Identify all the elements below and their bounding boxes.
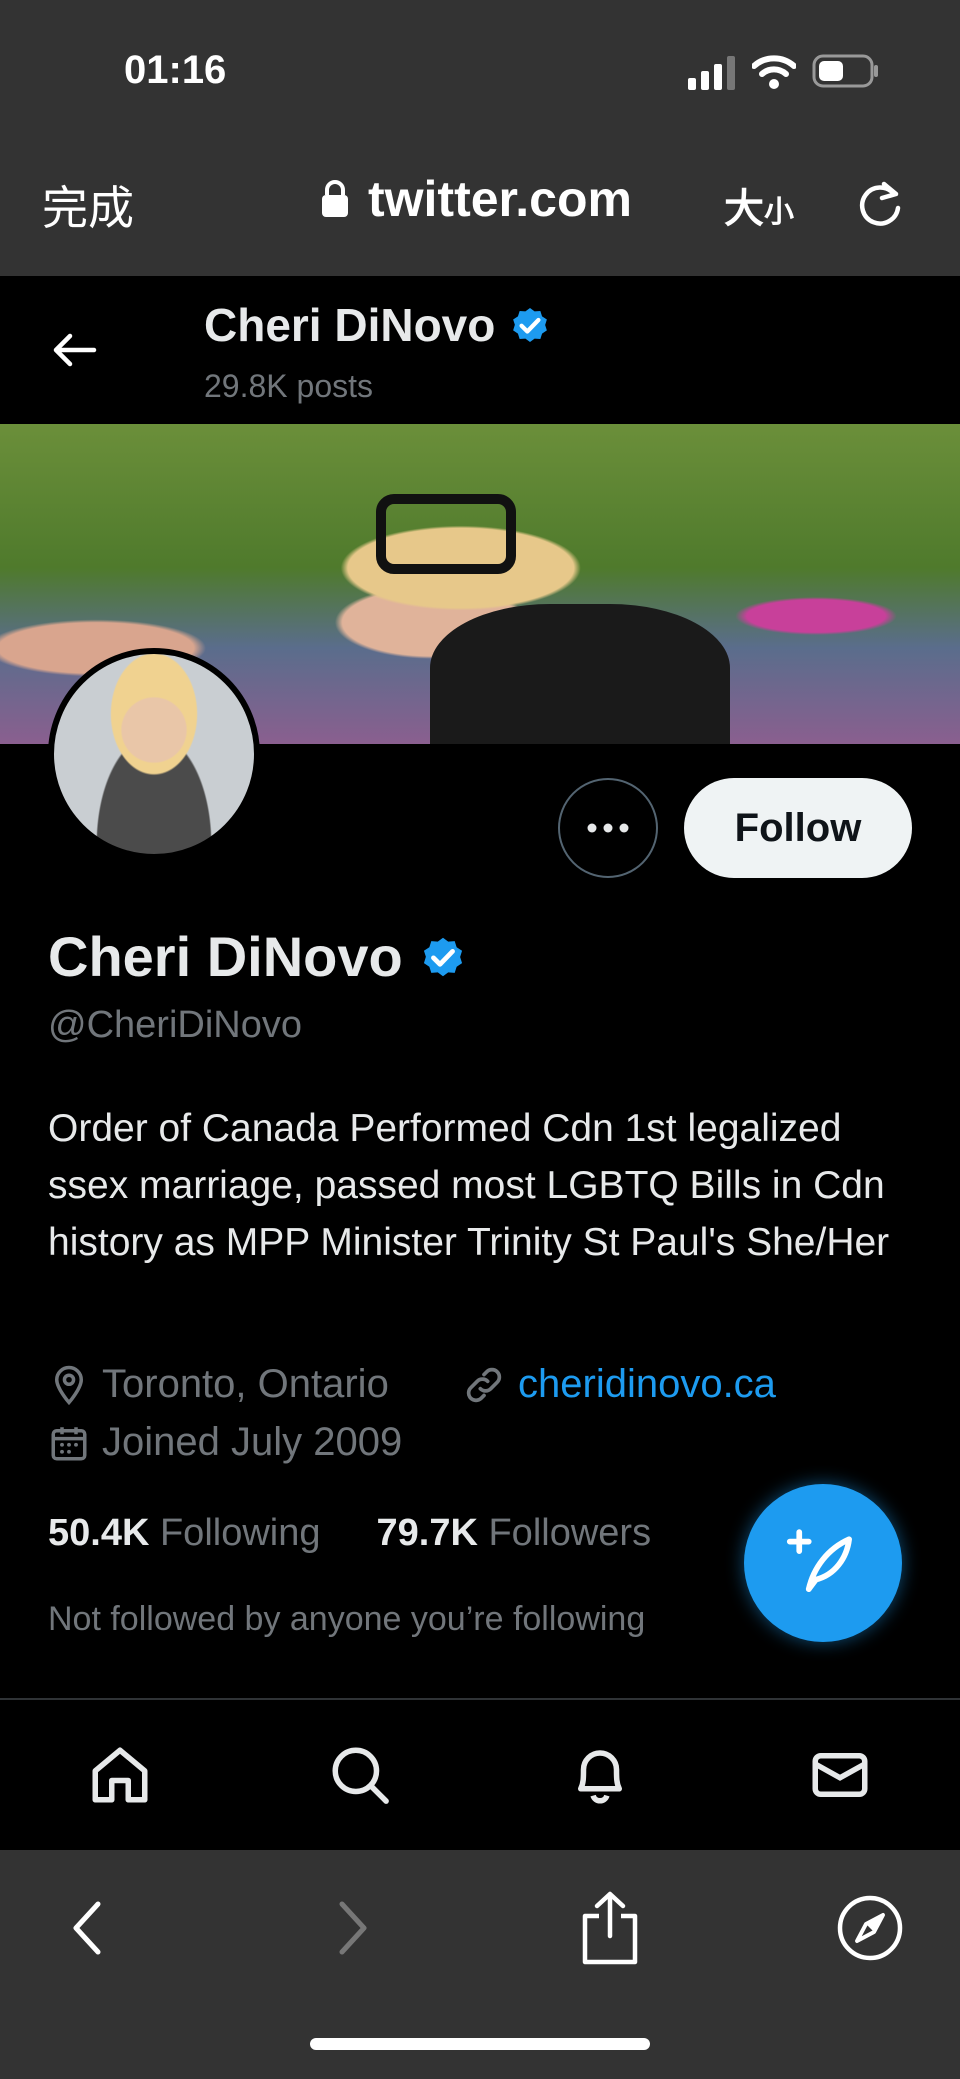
website-text[interactable]: cheridinovo.ca xyxy=(518,1362,776,1407)
lock-icon xyxy=(322,180,348,217)
header-name-text: Cheri DiNovo xyxy=(204,299,496,351)
tab-home[interactable] xyxy=(70,1725,170,1825)
wifi-icon xyxy=(752,55,796,89)
back-arrow-icon[interactable] xyxy=(50,330,98,370)
location-text: Toronto, Ontario xyxy=(102,1362,389,1406)
location: Toronto, Ontario xyxy=(48,1362,389,1407)
safari-back-button[interactable] xyxy=(48,1888,128,1968)
status-time: 01:16 xyxy=(124,48,227,92)
following-count: 50.4K xyxy=(48,1512,150,1554)
reload-icon[interactable] xyxy=(854,178,906,230)
header-name: Cheri DiNovo xyxy=(204,298,553,352)
calendar-icon xyxy=(51,1426,87,1460)
verified-badge-icon xyxy=(513,307,548,343)
compass-icon xyxy=(837,1895,903,1961)
share-button[interactable] xyxy=(570,1888,650,1968)
share-icon xyxy=(582,1891,638,1965)
link-icon xyxy=(466,1367,502,1402)
text-size-small: 小 xyxy=(764,196,794,229)
battery-icon xyxy=(812,54,878,88)
followers-label: Followers xyxy=(488,1512,652,1554)
location-icon xyxy=(54,1365,84,1405)
notifications-icon xyxy=(578,1750,622,1804)
url-field[interactable]: twitter.com xyxy=(320,170,632,228)
more-button[interactable] xyxy=(558,778,658,878)
home-indicator[interactable] xyxy=(310,2038,650,2050)
home-icon xyxy=(92,1747,148,1803)
header-post-count: 29.8K posts xyxy=(204,368,373,404)
more-icon xyxy=(587,823,629,833)
compose-button[interactable] xyxy=(744,1484,902,1642)
display-name-text: Cheri DiNovo xyxy=(48,925,403,988)
compose-icon xyxy=(786,1529,852,1592)
following-stat[interactable]: 50.4K Following xyxy=(48,1512,321,1555)
display-name: Cheri DiNovo xyxy=(48,924,469,989)
follow-button[interactable]: Follow xyxy=(684,778,912,878)
tab-notifications[interactable] xyxy=(550,1725,650,1825)
avatar[interactable] xyxy=(48,648,260,860)
bio: Order of Canada Performed Cdn 1st legali… xyxy=(48,1107,890,1264)
bookmarks-compass-button[interactable] xyxy=(830,1888,910,1968)
text-size-button[interactable]: 大小 xyxy=(724,176,794,234)
messages-icon xyxy=(812,1753,868,1797)
text-size-big: 大 xyxy=(724,187,764,231)
safari-forward-button[interactable] xyxy=(312,1888,392,1968)
following-label: Following xyxy=(159,1512,321,1554)
safari-back-icon xyxy=(73,1901,101,1955)
signal-icon xyxy=(688,56,735,90)
followers-stat[interactable]: 79.7K Followers xyxy=(377,1512,652,1555)
followers-count: 79.7K xyxy=(376,1512,478,1554)
search-icon xyxy=(332,1747,389,1804)
website-link[interactable]: cheridinovo.ca xyxy=(462,1362,776,1407)
tab-messages[interactable] xyxy=(790,1725,890,1825)
follow-stats: 50.4K Following 79.7K Followers xyxy=(48,1512,651,1555)
safari-forward-icon xyxy=(339,1901,367,1955)
banner-detail xyxy=(430,604,730,744)
handle: @CheriDiNovo xyxy=(48,1004,302,1046)
followed-by-note: Not followed by anyone you’re following xyxy=(48,1600,646,1638)
done-button[interactable]: 完成 xyxy=(42,172,134,238)
joined-date: Joined July 2009 xyxy=(48,1420,402,1465)
bottom-tab-bar xyxy=(0,1700,960,1850)
url-text: twitter.com xyxy=(368,171,632,227)
joined-text: Joined July 2009 xyxy=(102,1420,403,1464)
banner-detail xyxy=(376,494,516,574)
tab-search[interactable] xyxy=(310,1725,410,1825)
verified-badge-icon xyxy=(423,937,462,976)
